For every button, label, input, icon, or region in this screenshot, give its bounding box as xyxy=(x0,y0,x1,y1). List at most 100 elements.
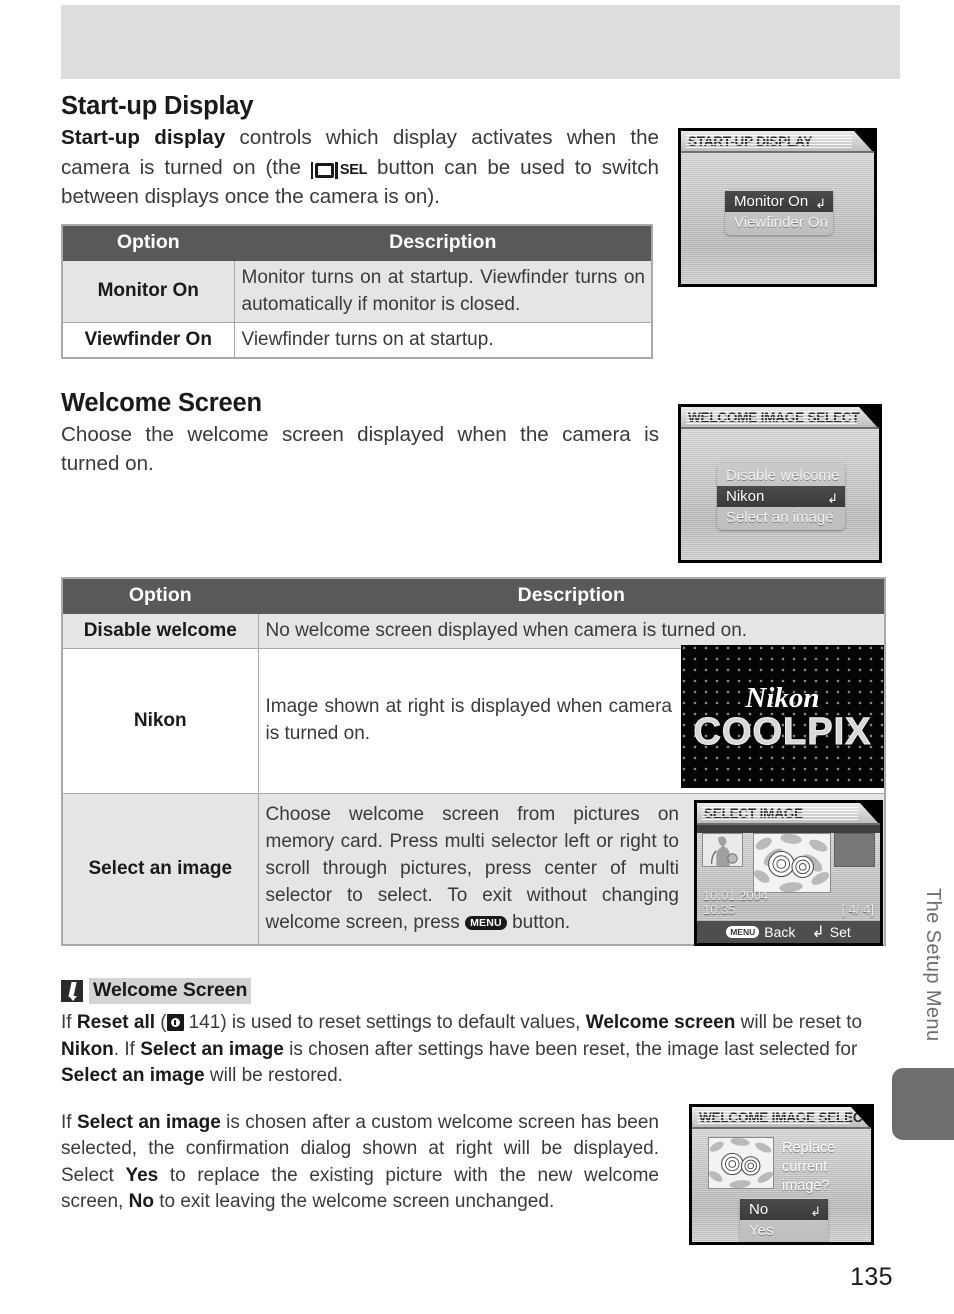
lcd-menu-item-label: Nikon xyxy=(726,488,765,505)
flower-image-art xyxy=(709,1138,773,1188)
confirm-option-no[interactable]: No ↲ xyxy=(740,1199,828,1220)
lcd-title-tab-fold-icon xyxy=(851,1107,871,1127)
lcd-filmstrip-bar xyxy=(697,825,880,833)
option-name-disable-welcome: Disable welcome xyxy=(61,612,259,649)
lcd-title-welcome: WELCOME IMAGE SELECT xyxy=(681,407,879,429)
welcome-screen-intro: Choose the welcome screen displayed when… xyxy=(61,422,659,476)
note-p1-c: ( xyxy=(155,1012,167,1033)
lcd-title-text: WELCOME IMAGE SELECT xyxy=(688,410,860,425)
back-label: Back xyxy=(764,924,796,940)
note-p1-select-an-image: Select an image xyxy=(140,1038,284,1060)
lcd-menu-item-monitor-on[interactable]: Monitor On ↲ xyxy=(725,191,833,212)
column-header-description: Description xyxy=(233,224,653,261)
lcd-menu-item-label: Disable welcome xyxy=(726,467,840,484)
note-p2-g: to exit leaving the welcome screen uncha… xyxy=(153,1191,555,1212)
option-name-viewfinder-on: Viewfinder On xyxy=(61,321,235,358)
table-row: Monitor On Monitor turns on at startup. … xyxy=(61,259,653,323)
lcd-select-image-screen: SELECT IMAGE 10.01.2004 10:35 [4/ 4] ME… xyxy=(697,803,880,943)
lcd-menu-item-label: No xyxy=(749,1201,769,1218)
lcd-select-image: SELECT IMAGE 10.01.2004 10:35 [4/ 4] ME… xyxy=(694,800,883,946)
lcd-replace-confirm-dialog: WELCOME IMAGE SELECT Replace current ima… xyxy=(689,1104,874,1245)
lcd-title-text: WELCOME IMAGE SELECT xyxy=(699,1110,871,1125)
startup-options-table: Option Description Monitor On Monitor tu… xyxy=(61,223,653,359)
page-header-band xyxy=(61,5,900,79)
confirm-option-yes[interactable]: Yes xyxy=(740,1220,828,1241)
note-paragraph-1: If Reset all (141) is used to reset sett… xyxy=(61,1010,900,1090)
lcd-startup-display-screen: START-UP DISPLAY Monitor On ↲ Viewfinder… xyxy=(681,131,874,284)
lcd-title-tab-fold-icon xyxy=(860,803,880,823)
thumbnail-previous[interactable] xyxy=(702,833,743,867)
lcd-title-startup: START-UP DISPLAY xyxy=(681,131,874,153)
table-header-row: Option Description xyxy=(61,577,886,614)
lcd-menu-item-viewfinder-on[interactable]: Viewfinder On xyxy=(725,212,833,233)
menu-button-icon: MENU xyxy=(465,915,507,931)
coolpix-logo-text: COOLPIX xyxy=(693,710,872,753)
page-title-welcome-screen: Welcome Screen xyxy=(61,388,262,417)
lcd-title-tab-fold-icon xyxy=(854,131,874,151)
note-p1-welcome-screen: Welcome screen xyxy=(585,1012,736,1033)
select-image-desc-part-2: button. xyxy=(506,911,571,933)
startup-intro-lead: Start-up display xyxy=(61,126,226,149)
page-number: 135 xyxy=(850,1263,893,1291)
set-action[interactable]: ↲ Set xyxy=(811,922,850,942)
back-action[interactable]: MENU Back xyxy=(726,924,795,940)
enter-arrow-icon: ↲ xyxy=(810,1204,821,1219)
lcd-welcome-image-select: WELCOME IMAGE SELECT Disable welcome Nik… xyxy=(678,404,882,563)
lcd-title-text: SELECT IMAGE xyxy=(704,806,803,821)
enter-arrow-icon: ↲ xyxy=(811,924,825,941)
lcd-menu-item-select-an-image[interactable]: Select an image xyxy=(717,507,845,528)
lcd-menu-item-label: Yes xyxy=(749,1222,774,1239)
flower-image-art xyxy=(754,834,830,892)
welcome-screen-section: Welcome Screen Choose the welcome screen… xyxy=(61,389,659,479)
page-title-startup-display: Start-up Display xyxy=(61,92,254,120)
table-header-row: Option Description xyxy=(61,224,653,261)
lcd-title-text: START-UP DISPLAY xyxy=(688,134,813,149)
column-header-option: Option xyxy=(61,224,235,261)
lcd-action-bar: MENU Back ↲ Set xyxy=(697,921,880,943)
lcd-menu-item-label: Viewfinder On xyxy=(734,214,828,231)
chapter-side-tab-label: The Setup Menu xyxy=(922,888,944,1042)
note-p1-select-an-image-2: Select an image xyxy=(61,1065,205,1086)
column-header-option: Option xyxy=(61,577,259,614)
image-time: 10:35 xyxy=(703,902,736,917)
note-p1-d: ) is used to reset settings to default v… xyxy=(220,1012,586,1033)
thumbnail-next[interactable] xyxy=(834,833,875,867)
monitor-sel-button-icon: SEL xyxy=(310,160,368,181)
lcd-startup-menu-list[interactable]: Monitor On ↲ Viewfinder On xyxy=(725,189,833,235)
select-image-desc-part-1: Choose welcome screen from pictures on m… xyxy=(265,803,680,933)
note-p2-no: No xyxy=(128,1191,154,1212)
lcd-menu-item-nikon[interactable]: Nikon ↲ xyxy=(717,486,845,507)
confirm-choice-list[interactable]: No ↲ Yes xyxy=(740,1197,828,1242)
note-p2-a: If xyxy=(61,1111,77,1133)
confirm-thumbnail-flowers xyxy=(708,1137,774,1189)
image-date: 10.01.2004 xyxy=(703,888,769,903)
note-p1-l: will be restored. xyxy=(204,1065,343,1086)
enter-arrow-icon: ↲ xyxy=(827,491,838,506)
option-name-monitor-on: Monitor On xyxy=(61,259,235,323)
lcd-menu-item-disable-welcome[interactable]: Disable welcome xyxy=(717,465,845,486)
thumbnail-current-flowers[interactable] xyxy=(753,833,831,893)
lcd-title-select-image: SELECT IMAGE xyxy=(697,803,880,825)
image-info-block: 10.01.2004 10:35 xyxy=(703,889,768,917)
option-name-select-an-image: Select an image xyxy=(61,792,259,946)
lcd-welcome-menu-list[interactable]: Disable welcome Nikon ↲ Select an image xyxy=(717,463,845,530)
pencil-icon xyxy=(61,980,83,1002)
note-title: Welcome Screen xyxy=(89,978,252,1004)
monitor-icon-left-bar xyxy=(310,161,314,179)
page-reference-icon xyxy=(166,1014,184,1031)
table-row: Disable welcome No welcome screen displa… xyxy=(61,612,886,649)
note-p1-page-ref: 141 xyxy=(188,1012,221,1033)
person-thumbnail-art xyxy=(703,834,742,866)
lcd-menu-item-label: Monitor On xyxy=(734,193,809,210)
option-description-monitor-on: Monitor turns on at startup. Viewfinder … xyxy=(233,259,653,323)
sel-label: SEL xyxy=(339,161,368,178)
lcd-replace-confirm-screen: WELCOME IMAGE SELECT Replace current ima… xyxy=(692,1107,871,1242)
table-row: Viewfinder On Viewfinder turns on at sta… xyxy=(61,321,653,358)
lcd-welcome-image-select-screen: WELCOME IMAGE SELECT Disable welcome Nik… xyxy=(681,407,879,560)
note-p1-reset-all: Reset all xyxy=(76,1012,155,1033)
set-label: Set xyxy=(829,924,851,940)
startup-display-intro: Start-up display controls which display … xyxy=(61,123,659,212)
note-paragraph-2: If Select an image is chosen after a cus… xyxy=(61,1110,659,1216)
chapter-side-tab-chip xyxy=(892,1068,954,1140)
confirm-message: Replace current image? xyxy=(782,1140,836,1194)
